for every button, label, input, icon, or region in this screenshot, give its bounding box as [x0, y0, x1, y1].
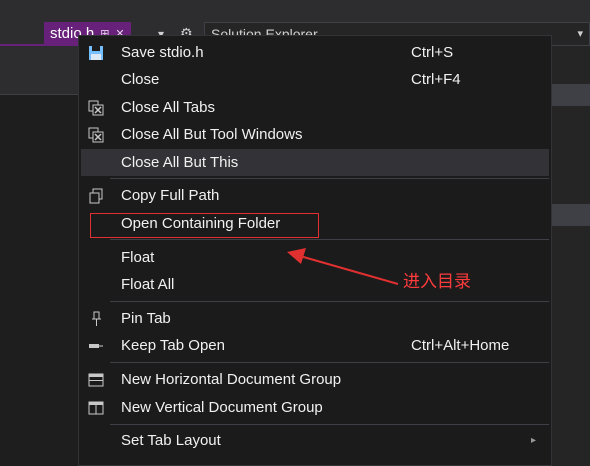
annotation-label: 进入目录: [403, 272, 471, 292]
annotation-arrow-icon: [287, 248, 399, 285]
